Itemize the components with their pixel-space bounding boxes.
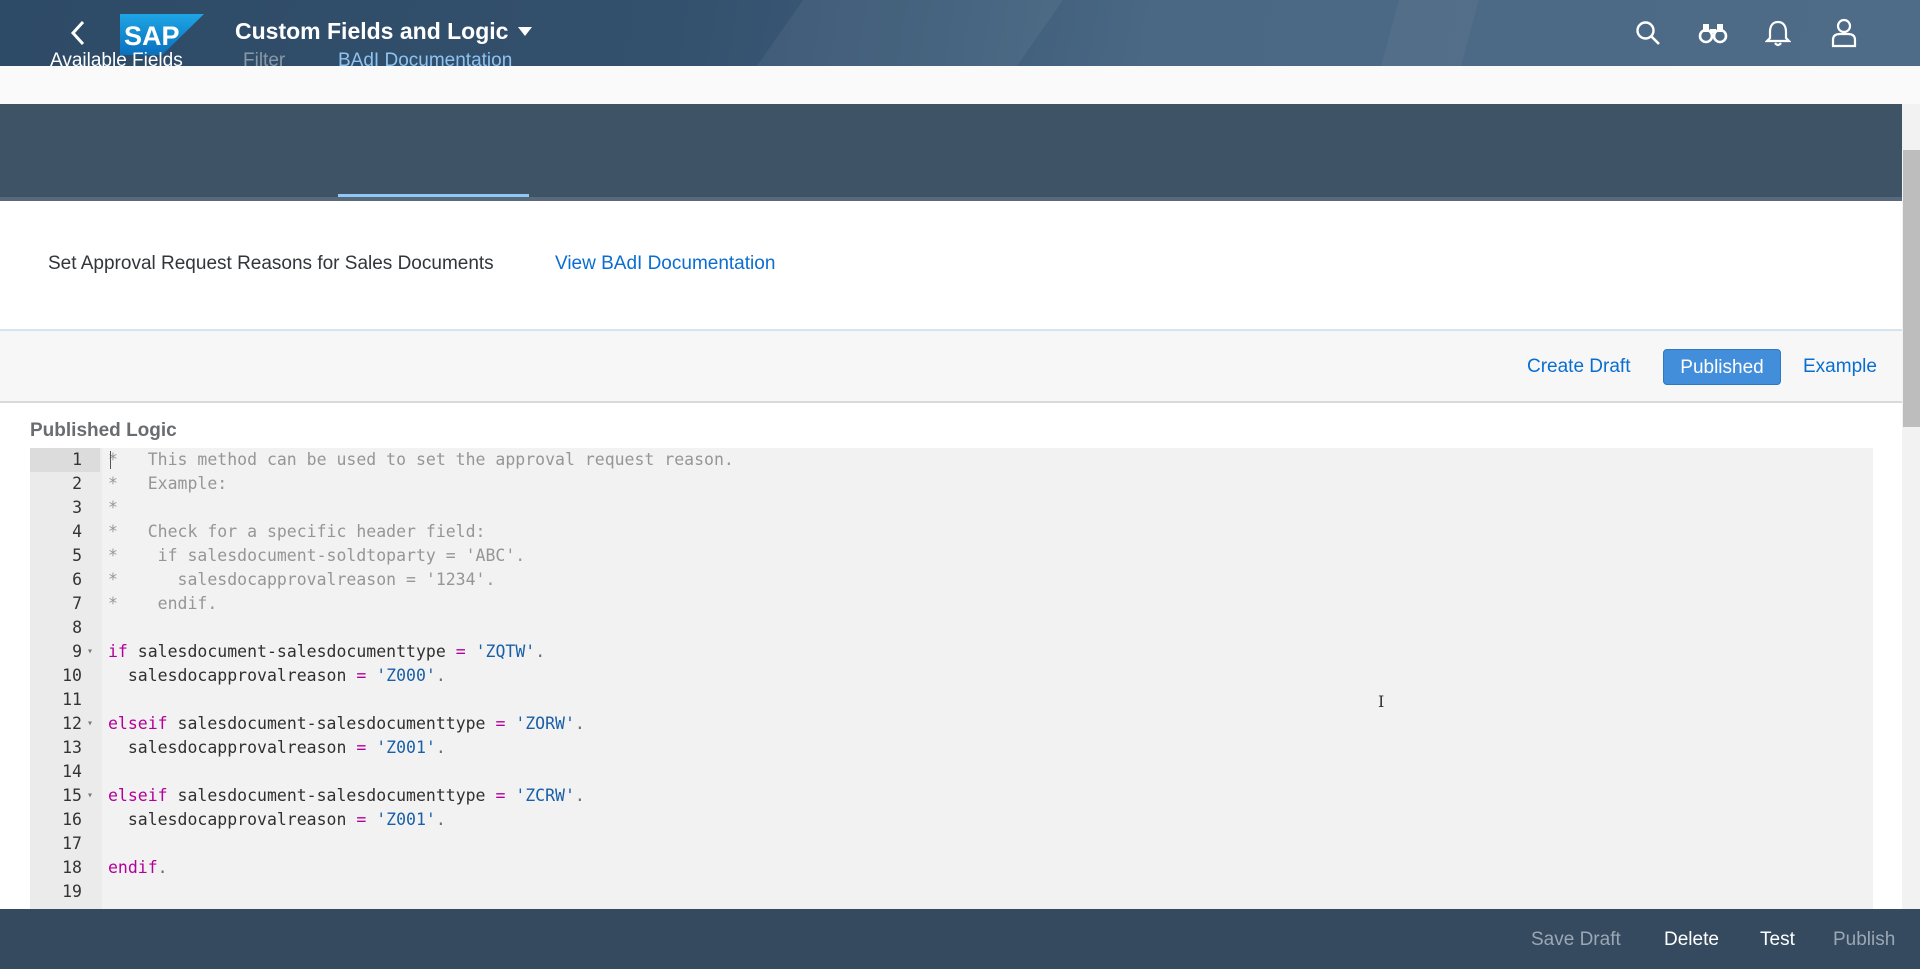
code-line[interactable]: 11: [30, 688, 1873, 712]
tab-available-fields[interactable]: Available Fields: [50, 50, 183, 72]
code-line[interactable]: 16 salesdocapprovalreason = 'Z001'.: [30, 808, 1873, 832]
editor-caret: [110, 451, 111, 469]
binoculars-icon: [1698, 24, 1728, 44]
line-number: 11: [62, 690, 82, 709]
fold-toggle-icon[interactable]: ▾: [87, 640, 93, 664]
line-number: 19: [62, 882, 82, 901]
app-title-menu[interactable]: Custom Fields and Logic: [235, 18, 533, 45]
code-text: * This method can be used to set the app…: [108, 450, 734, 469]
code-line[interactable]: 9 ▾ if salesdocument-salesdocumenttype = '…: [30, 640, 1873, 664]
line-number: 4: [72, 522, 82, 541]
code-line[interactable]: 12 ▾ elseif salesdocument-salesdocumenttyp…: [30, 712, 1873, 736]
fold-toggle-icon[interactable]: ▾: [87, 712, 93, 736]
code-text: * if salesdocument-soldtoparty = 'ABC'.: [108, 546, 526, 565]
code-text: * endif.: [108, 594, 218, 613]
code-text: salesdocapprovalreason = 'Z001'.: [108, 810, 446, 829]
search-button[interactable]: [1629, 14, 1667, 52]
code-line[interactable]: 8: [30, 616, 1873, 640]
badi-description: Set Approval Request Reasons for Sales D…: [48, 253, 494, 274]
tab-bar: [0, 104, 1902, 201]
code-text: elseif salesdocument-salesdocumenttype =…: [108, 714, 585, 733]
code-line[interactable]: 13 salesdocapprovalreason = 'Z001'.: [30, 736, 1873, 760]
fold-toggle-icon[interactable]: ▾: [87, 784, 93, 808]
svg-text:SAP: SAP: [124, 21, 180, 51]
code-text: salesdocapprovalreason = 'Z000'.: [108, 666, 446, 685]
line-number: 17: [62, 834, 82, 853]
code-line[interactable]: 5 * if salesdocument-soldtoparty = 'ABC'.: [30, 544, 1873, 568]
code-line[interactable]: 10 salesdocapprovalreason = 'Z000'.: [30, 664, 1873, 688]
notifications-button[interactable]: [1759, 14, 1797, 52]
code-line[interactable]: 17: [30, 832, 1873, 856]
code-line[interactable]: 14: [30, 760, 1873, 784]
test-button[interactable]: Test: [1760, 929, 1795, 951]
code-line[interactable]: 15 ▾ elseif salesdocument-salesdocumenttyp…: [30, 784, 1873, 808]
binoculars-button[interactable]: [1694, 14, 1732, 52]
sap-logo[interactable]: SAP: [120, 14, 204, 55]
code-text: * Example:: [108, 474, 228, 493]
shell-bar: SAP Custom Fields and Logic: [0, 0, 1920, 66]
publish-button[interactable]: Publish: [1833, 929, 1895, 951]
code-text: elseif salesdocument-salesdocumenttype =…: [108, 786, 585, 805]
bell-icon: [1765, 20, 1791, 47]
line-number: 2: [72, 474, 82, 493]
code-line[interactable]: 2 * Example:: [30, 472, 1873, 496]
line-number: 14: [62, 762, 82, 781]
view-badi-documentation-link[interactable]: View BAdI Documentation: [555, 253, 775, 275]
published-button[interactable]: Published: [1663, 349, 1781, 385]
tab-badi-documentation[interactable]: BAdI Documentation: [338, 50, 512, 72]
line-number: 8: [72, 618, 82, 637]
badi-documentation-panel: Set Approval Request Reasons for Sales D…: [0, 201, 1902, 331]
published-logic-title: Published Logic: [30, 420, 177, 441]
code-text: if salesdocument-salesdocumenttype = 'ZQ…: [108, 642, 546, 661]
header-spacer: [0, 66, 1920, 104]
code-line[interactable]: 3 *: [30, 496, 1873, 520]
text-cursor-icon: I: [1378, 692, 1385, 711]
shell-decoration: [756, 0, 1064, 66]
example-button[interactable]: Example: [1791, 349, 1889, 385]
footer-toolbar: Save Draft Delete Test Publish: [0, 909, 1920, 969]
code-line[interactable]: 18 endif.: [30, 856, 1873, 880]
search-icon: [1636, 21, 1660, 45]
logic-toolbar: Create Draft Published Example: [0, 331, 1902, 403]
user-icon: [1831, 18, 1857, 48]
app-title: Custom Fields and Logic: [235, 18, 509, 44]
code-text: endif.: [108, 858, 168, 877]
line-number: 3: [72, 498, 82, 517]
code-line[interactable]: 4 * Check for a specific header field:: [30, 520, 1873, 544]
line-number: 1: [30, 448, 100, 472]
user-button[interactable]: [1825, 14, 1863, 52]
shell-decoration: [1381, 0, 1479, 66]
code-line[interactable]: 7 * endif.: [30, 592, 1873, 616]
code-editor[interactable]: 1 * This method can be used to set the ap…: [30, 448, 1873, 909]
code-text: salesdocapprovalreason = 'Z001'.: [108, 738, 446, 757]
code-text: * Check for a specific header field:: [108, 522, 486, 541]
code-line[interactable]: 19: [30, 880, 1873, 904]
line-number: 10: [62, 666, 82, 685]
chevron-down-icon: [518, 27, 533, 36]
line-number: 6: [72, 570, 82, 589]
code-text: * salesdocapprovalreason = '1234'.: [108, 570, 496, 589]
code-line[interactable]: 1 * This method can be used to set the ap…: [30, 448, 1873, 472]
line-number: 13: [62, 738, 82, 757]
back-button[interactable]: [58, 13, 98, 53]
create-draft-button[interactable]: Create Draft: [1515, 349, 1642, 385]
delete-button[interactable]: Delete: [1664, 929, 1719, 951]
tab-filter[interactable]: Filter: [243, 50, 285, 72]
back-icon: [70, 20, 85, 46]
line-number: 7: [72, 594, 82, 613]
tab-selected-indicator: [338, 194, 529, 197]
page-scrollbar-thumb[interactable]: [1903, 150, 1920, 427]
line-number: 5: [72, 546, 82, 565]
save-draft-button[interactable]: Save Draft: [1531, 929, 1621, 951]
line-number: 18: [62, 858, 82, 877]
code-text: *: [108, 498, 118, 517]
code-line[interactable]: 6 * salesdocapprovalreason = '1234'.: [30, 568, 1873, 592]
line-number: 16: [62, 810, 82, 829]
